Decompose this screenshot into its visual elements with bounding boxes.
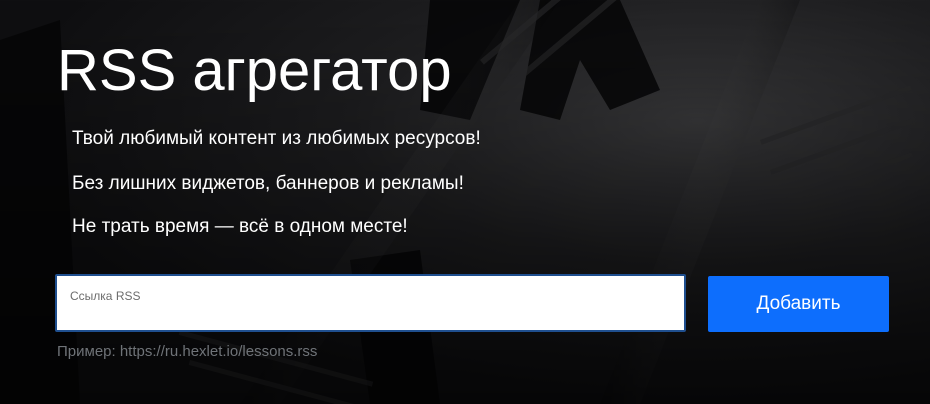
rss-url-label: Ссылка RSS (70, 289, 141, 303)
rss-url-input[interactable] (69, 304, 669, 326)
lead-text-line: Твой любимый контент из любимых ресурсов… (72, 128, 481, 149)
hero-section: RSS агрегатор Твой любимый контент из лю… (0, 0, 930, 404)
lead-text-line: Не трать время — всё в одном месте! (72, 216, 408, 237)
add-button[interactable]: Добавить (708, 276, 889, 332)
lead-text-line: Без лишних виджетов, баннеров и рекламы! (72, 173, 464, 194)
hero-content: RSS агрегатор Твой любимый контент из лю… (0, 0, 930, 404)
page-title: RSS агрегатор (57, 38, 452, 103)
example-hint: Пример: https://ru.hexlet.io/lessons.rss (57, 343, 318, 360)
rss-url-field[interactable]: Ссылка RSS (55, 274, 686, 332)
